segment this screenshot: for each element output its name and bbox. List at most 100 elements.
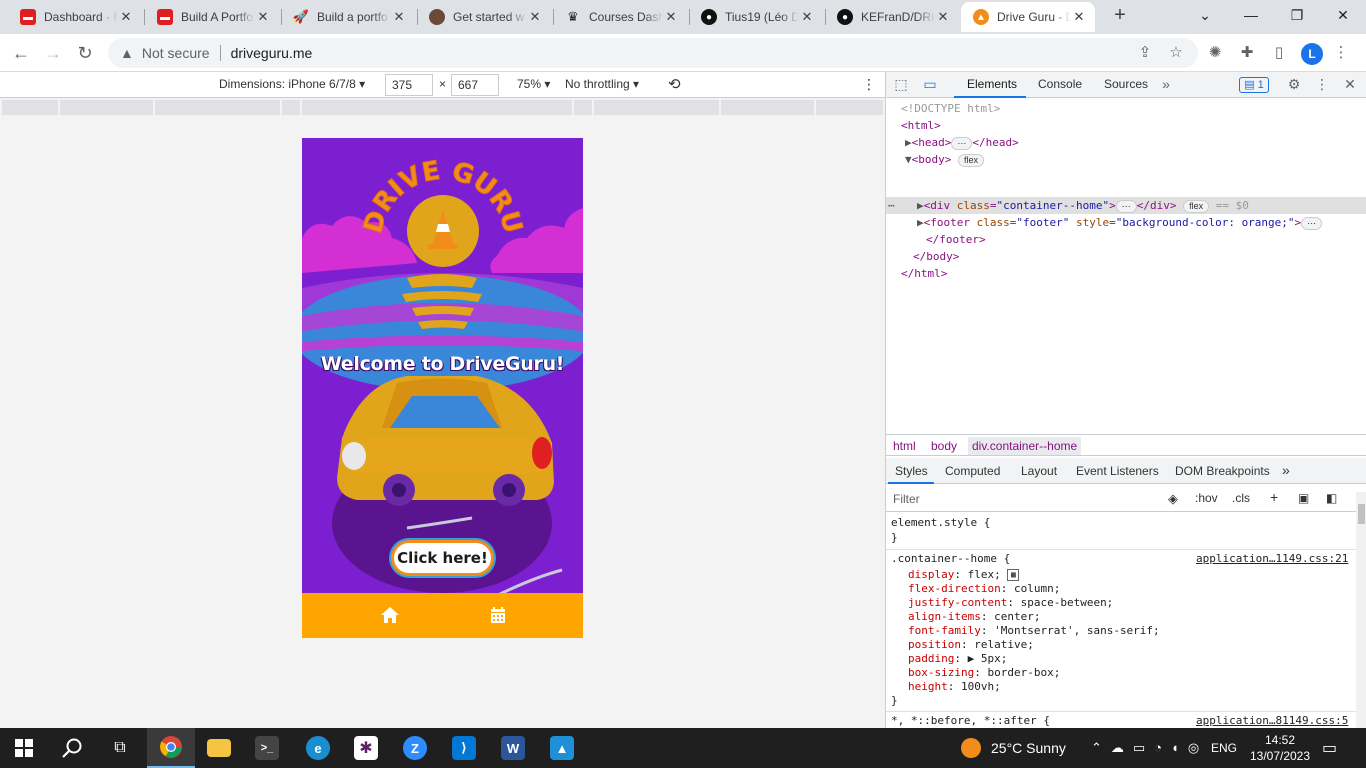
browser-tab[interactable]: Get started w ✕: [417, 2, 551, 32]
dom-node[interactable]: ▶<footer class="footer" style="backgroun…: [917, 214, 1323, 231]
close-icon[interactable]: ✕: [527, 9, 543, 25]
sidebar-toggle-icon[interactable]: ◧: [1326, 491, 1337, 505]
close-icon[interactable]: ✕: [799, 9, 815, 25]
dom-node[interactable]: </footer>: [926, 231, 986, 248]
tab-sources[interactable]: Sources: [1104, 77, 1148, 91]
tab-event-listeners[interactable]: Event Listeners: [1076, 464, 1159, 478]
bookmark-star-icon[interactable]: ☆: [1166, 43, 1186, 63]
window-close-icon[interactable]: ✕: [1320, 0, 1366, 30]
css-declaration[interactable]: padding: ▶ 5px;: [908, 652, 1007, 666]
tab-computed[interactable]: Computed: [945, 464, 1000, 478]
close-icon[interactable]: ✕: [118, 9, 134, 25]
extensions-puzzle-icon[interactable]: ✚: [1237, 43, 1257, 63]
tab-dom-breakpoints[interactable]: DOM Breakpoints: [1175, 464, 1270, 478]
dom-node[interactable]: </body>: [913, 248, 959, 265]
forward-icon[interactable]: →: [41, 41, 65, 65]
height-input[interactable]: 667: [451, 74, 499, 96]
task-view-icon[interactable]: ⧉: [96, 728, 144, 768]
browser-tab[interactable]: ● KEFranD/DRIV ✕: [825, 2, 959, 32]
breadcrumb-body[interactable]: body: [931, 439, 957, 453]
vscode-icon[interactable]: ⟩: [440, 728, 488, 768]
element-style-rule[interactable]: element.style {: [891, 516, 990, 530]
devtools-close-icon[interactable]: ✕: [1341, 76, 1359, 93]
css-declaration[interactable]: position: relative;: [908, 638, 1034, 652]
extension-bug-icon[interactable]: ✺: [1205, 43, 1225, 63]
css-declaration[interactable]: height: 100vh;: [908, 680, 1001, 694]
more-options-icon[interactable]: ⋮: [862, 76, 876, 93]
dom-node[interactable]: <html>: [901, 117, 941, 134]
system-tray-icons[interactable]: ⌃☁▭◔◖◎: [1091, 728, 1208, 768]
search-icon[interactable]: [48, 728, 96, 768]
settings-gear-icon[interactable]: ⚙: [1285, 76, 1303, 93]
rule-source-link[interactable]: application…81149.css:5: [1196, 714, 1348, 728]
new-rule-icon[interactable]: +: [1270, 489, 1278, 505]
close-icon[interactable]: ✕: [935, 9, 951, 25]
browser-tab[interactable]: 🚀 Build a portfo ✕: [281, 2, 415, 32]
reload-icon[interactable]: ↻: [73, 41, 97, 65]
edge-icon[interactable]: e: [294, 728, 342, 768]
tab-search-icon[interactable]: ⌄: [1182, 0, 1228, 30]
close-icon[interactable]: ✕: [663, 9, 679, 25]
file-explorer-icon[interactable]: [195, 728, 243, 768]
start-windows-icon[interactable]: [0, 728, 48, 768]
css-declaration[interactable]: display: flex; ▦: [908, 568, 1020, 582]
calendar-icon[interactable]: [488, 605, 508, 625]
minimize-icon[interactable]: —: [1228, 0, 1274, 30]
color-format-icon[interactable]: ▣: [1298, 491, 1309, 505]
chrome-icon[interactable]: [147, 728, 195, 768]
dom-node-ellipsis[interactable]: ⋯: [888, 197, 895, 214]
browser-tab-active[interactable]: ▲ Drive Guru - D ✕: [961, 2, 1095, 32]
breadcrumb-html[interactable]: html: [893, 439, 916, 453]
layers-icon[interactable]: ◈: [1168, 491, 1178, 507]
more-tabs-icon[interactable]: »: [1282, 462, 1290, 478]
device-select[interactable]: Dimensions: iPhone 6/7/8 ▾: [219, 77, 365, 91]
tab-console[interactable]: Console: [1038, 77, 1082, 91]
width-input[interactable]: 375: [385, 74, 433, 96]
more-tabs-icon[interactable]: »: [1157, 76, 1175, 92]
rule-source-link[interactable]: application…1149.css:21: [1196, 552, 1348, 566]
security-label[interactable]: Not secure: [142, 45, 210, 61]
photos-icon[interactable]: ▲: [538, 728, 586, 768]
zoom-icon[interactable]: Z: [391, 728, 439, 768]
tab-elements[interactable]: Elements: [967, 77, 1017, 91]
side-panel-icon[interactable]: ▯: [1269, 43, 1289, 63]
css-declaration[interactable]: box-sizing: border-box;: [908, 666, 1060, 680]
rotate-icon[interactable]: ⟲: [668, 75, 681, 93]
tab-styles[interactable]: Styles: [895, 464, 928, 478]
media-query-bar[interactable]: [2, 100, 883, 115]
cls-toggle[interactable]: .cls: [1232, 491, 1250, 505]
inspect-element-icon[interactable]: ⬚: [892, 76, 910, 93]
styles-scrollbar[interactable]: [1356, 492, 1366, 728]
warning-icon[interactable]: ▲: [120, 45, 134, 61]
issues-badge[interactable]: ▤ 1: [1239, 77, 1269, 93]
browser-tab[interactable]: ● Tius19 (Léo D ✕: [689, 2, 823, 32]
clock[interactable]: 14:52 13/07/2023: [1250, 728, 1310, 768]
close-icon[interactable]: ✕: [255, 9, 271, 25]
restore-icon[interactable]: ❐: [1274, 0, 1320, 30]
rule-selector[interactable]: .container--home {: [891, 552, 1010, 566]
url-text[interactable]: driveguru.me: [231, 45, 313, 61]
browser-tab[interactable]: ▬ Build A Portfo ✕: [145, 2, 279, 32]
flex-editor-icon[interactable]: ▦: [1007, 569, 1020, 581]
weather-widget[interactable]: 25°C Sunny: [961, 728, 1066, 768]
address-bar[interactable]: ▲ Not secure driveguru.me: [108, 38, 1198, 68]
device-toggle-icon[interactable]: ▭: [921, 76, 939, 93]
click-here-button[interactable]: Click here!: [391, 540, 494, 576]
breadcrumb-div[interactable]: div.container--home: [968, 437, 1082, 455]
devtools-menu-icon[interactable]: ⋮: [1313, 76, 1331, 93]
hov-toggle[interactable]: :hov: [1195, 491, 1218, 505]
terminal-icon[interactable]: >_: [243, 728, 291, 768]
dom-node[interactable]: ▶<head> ⋯ </head>: [905, 134, 1019, 151]
new-tab-button[interactable]: +: [1108, 4, 1132, 28]
css-declaration[interactable]: flex-direction: column;: [908, 582, 1060, 596]
home-icon[interactable]: [380, 605, 400, 625]
dom-node[interactable]: <!DOCTYPE html>: [901, 100, 1000, 117]
filter-input[interactable]: Filter: [893, 492, 920, 506]
css-declaration[interactable]: font-family: 'Montserrat', sans-serif;: [908, 624, 1160, 638]
rule-selector[interactable]: *, *::before, *::after {: [891, 714, 1050, 728]
close-icon[interactable]: ✕: [1071, 9, 1087, 25]
slack-icon[interactable]: ✱: [342, 728, 390, 768]
browser-tab[interactable]: ▬ Dashboard · M ✕: [8, 2, 142, 32]
css-declaration[interactable]: align-items: center;: [908, 610, 1040, 624]
throttling-select[interactable]: No throttling ▾: [565, 77, 639, 91]
